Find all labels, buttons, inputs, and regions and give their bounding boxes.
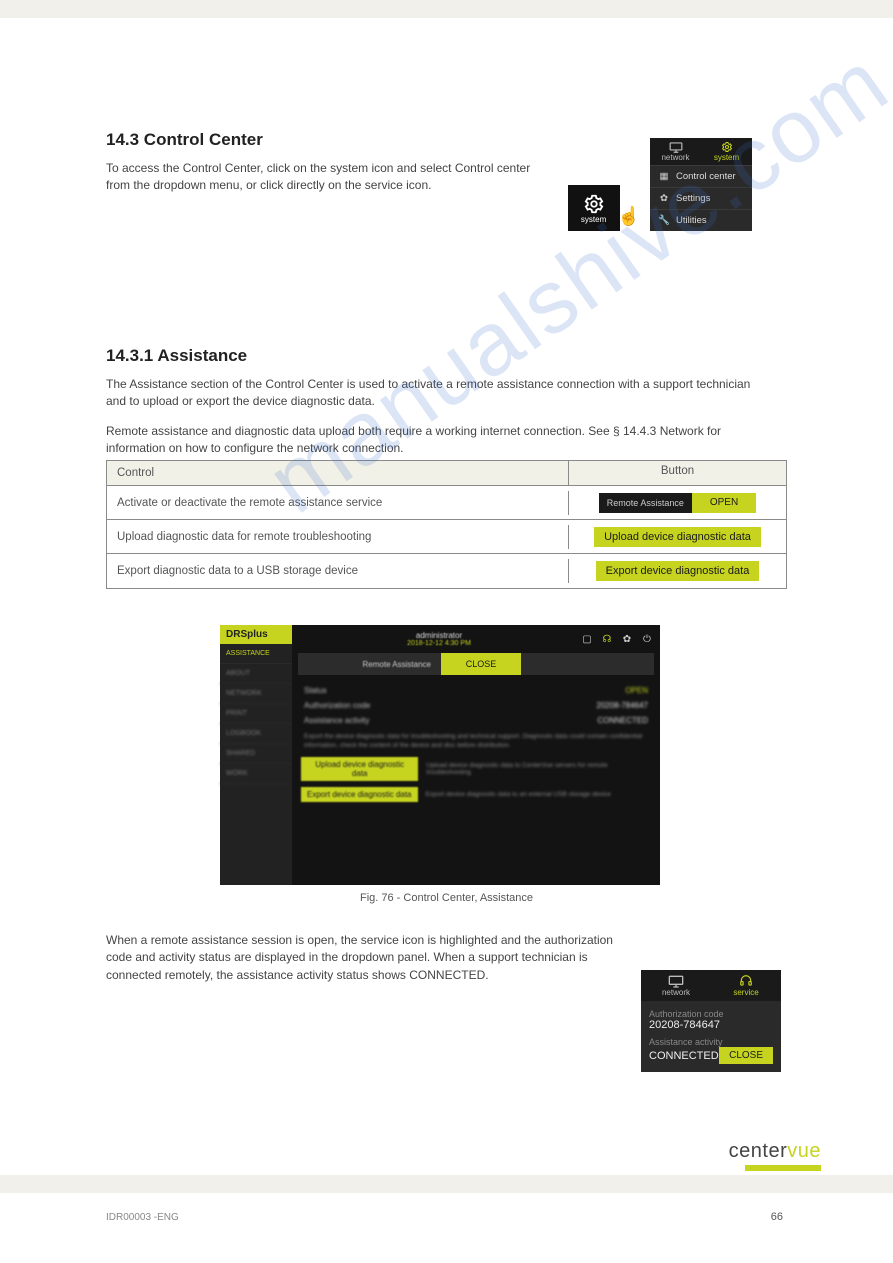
logo-right: vue	[787, 1140, 821, 1162]
close-button[interactable]: CLOSE	[441, 653, 521, 675]
upload-diagnostic-button[interactable]: Upload device diagnostic data	[301, 757, 418, 781]
nav-item-assistance[interactable]: ASSISTANCE	[220, 644, 292, 664]
system-dropdown: network system ▦ Control center	[650, 138, 752, 231]
headset-icon[interactable]: ☊	[600, 632, 614, 646]
tab-system[interactable]: system	[701, 138, 752, 165]
tab-label: network	[661, 153, 689, 162]
system-icon-label: system	[581, 215, 606, 224]
export-diagnostic-button[interactable]: Export device diagnostic data	[301, 787, 418, 802]
col-header-button: Button	[569, 461, 786, 485]
service-dropdown-panel: network service Authorization code 20208…	[641, 970, 781, 1072]
section-heading: 14.3.1 Assistance	[106, 346, 787, 366]
tab-service[interactable]: service	[711, 970, 781, 1001]
kv-value: CONNECTED	[597, 716, 648, 725]
system-menu-figure: system ☝ network system	[568, 138, 752, 231]
auth-code-label: Authorization code	[649, 1009, 773, 1019]
monitor-icon	[668, 974, 684, 988]
footer-bar	[0, 1175, 893, 1193]
page-number: 66	[771, 1211, 783, 1223]
tab-label: network	[662, 988, 690, 997]
nav-item[interactable]: PRINT	[220, 704, 292, 724]
tab-network[interactable]: network	[650, 138, 701, 165]
upload-diagnostic-button[interactable]: Upload device diagnostic data	[594, 527, 761, 547]
gear-icon: ✿	[658, 193, 670, 204]
monitor-icon[interactable]: ▢	[580, 632, 594, 646]
paragraph: Remote assistance and diagnostic data up…	[106, 423, 766, 458]
doc-code: IDR00003 -ENG	[106, 1212, 179, 1223]
kv-value: 20208-784647	[596, 701, 648, 710]
nav-item[interactable]: WORK	[220, 764, 292, 784]
cell-text: Export diagnostic data to a USB storage …	[107, 559, 569, 583]
cell-text: Activate or deactivate the remote assist…	[107, 491, 569, 515]
menu-item-settings[interactable]: ✿ Settings	[650, 187, 752, 209]
remote-assistance-label: Remote Assistance	[298, 660, 441, 669]
menu-item-label: Utilities	[676, 215, 707, 226]
paragraph: When a remote assistance session is open…	[106, 932, 626, 984]
app-title: DRSplus	[220, 625, 292, 644]
nav-item[interactable]: SHARED	[220, 744, 292, 764]
controls-table: Control Button Activate or deactivate th…	[106, 460, 787, 589]
cell-text: Upload diagnostic data for remote troubl…	[107, 525, 569, 549]
remote-assistance-label: Remote Assistance	[599, 498, 692, 508]
description-text: Export the device diagnostic data for tr…	[298, 728, 654, 754]
header-bar	[0, 0, 893, 18]
tab-network[interactable]: network	[641, 970, 711, 1001]
tab-label: service	[733, 988, 758, 997]
menu-item-control-center[interactable]: ▦ Control center	[650, 165, 752, 187]
logo-left: center	[729, 1140, 788, 1162]
screenshot-control-center: DRSplus ASSISTANCE ABOUT NETWORK PRINT L…	[220, 625, 660, 885]
activity-value: CONNECTED	[649, 1050, 719, 1062]
logo-underline	[745, 1165, 821, 1171]
tab-label: system	[714, 153, 739, 162]
close-button[interactable]: CLOSE	[719, 1047, 773, 1064]
table-row: Upload diagnostic data for remote troubl…	[107, 520, 786, 554]
gear-icon	[720, 141, 734, 153]
table-row: Activate or deactivate the remote assist…	[107, 486, 786, 520]
wrench-icon: 🔧	[658, 215, 670, 226]
kv-value: OPEN	[625, 686, 648, 695]
action-description: Upload device diagnostic data to CenterV…	[426, 762, 651, 776]
nav-item[interactable]: LOGBOOK	[220, 724, 292, 744]
nav-item[interactable]: NETWORK	[220, 684, 292, 704]
power-icon[interactable]: ⏻	[640, 632, 654, 646]
paragraph: The Assistance section of the Control Ce…	[106, 376, 766, 411]
brand-logo: centervue	[729, 1140, 821, 1171]
gear-icon	[583, 193, 605, 215]
auth-code-value: 20208-784647	[649, 1019, 773, 1031]
paragraph: To access the Control Center, click on t…	[106, 160, 546, 195]
header-user: administrator	[298, 631, 580, 640]
action-description: Export device diagnostic data to an exte…	[426, 791, 611, 798]
header-date: 2018-12-12 4:30 PM	[298, 640, 580, 647]
menu-item-label: Settings	[676, 193, 710, 204]
table-row: Export diagnostic data to a USB storage …	[107, 554, 786, 588]
system-icon-button[interactable]: system	[568, 185, 620, 231]
nav-item[interactable]: ABOUT	[220, 664, 292, 684]
open-button[interactable]: OPEN	[692, 493, 756, 513]
monitor-icon	[669, 141, 683, 153]
gear-icon[interactable]: ✿	[620, 632, 634, 646]
kv-key: Status	[304, 686, 327, 695]
pointer-hand-icon: ☝	[618, 206, 640, 227]
grid-icon: ▦	[658, 171, 670, 182]
menu-item-utilities[interactable]: 🔧 Utilities	[650, 209, 752, 231]
export-diagnostic-button[interactable]: Export device diagnostic data	[596, 561, 760, 581]
headset-icon	[738, 974, 754, 988]
remote-assistance-control: Remote Assistance OPEN	[599, 493, 756, 513]
activity-label: Assistance activity	[649, 1037, 773, 1047]
figure-caption: Fig. 76 - Control Center, Assistance	[0, 892, 893, 904]
menu-item-label: Control center	[676, 171, 736, 182]
col-header-control: Control	[107, 461, 569, 485]
kv-key: Authorization code	[304, 701, 370, 710]
kv-key: Assistance activity	[304, 716, 369, 725]
